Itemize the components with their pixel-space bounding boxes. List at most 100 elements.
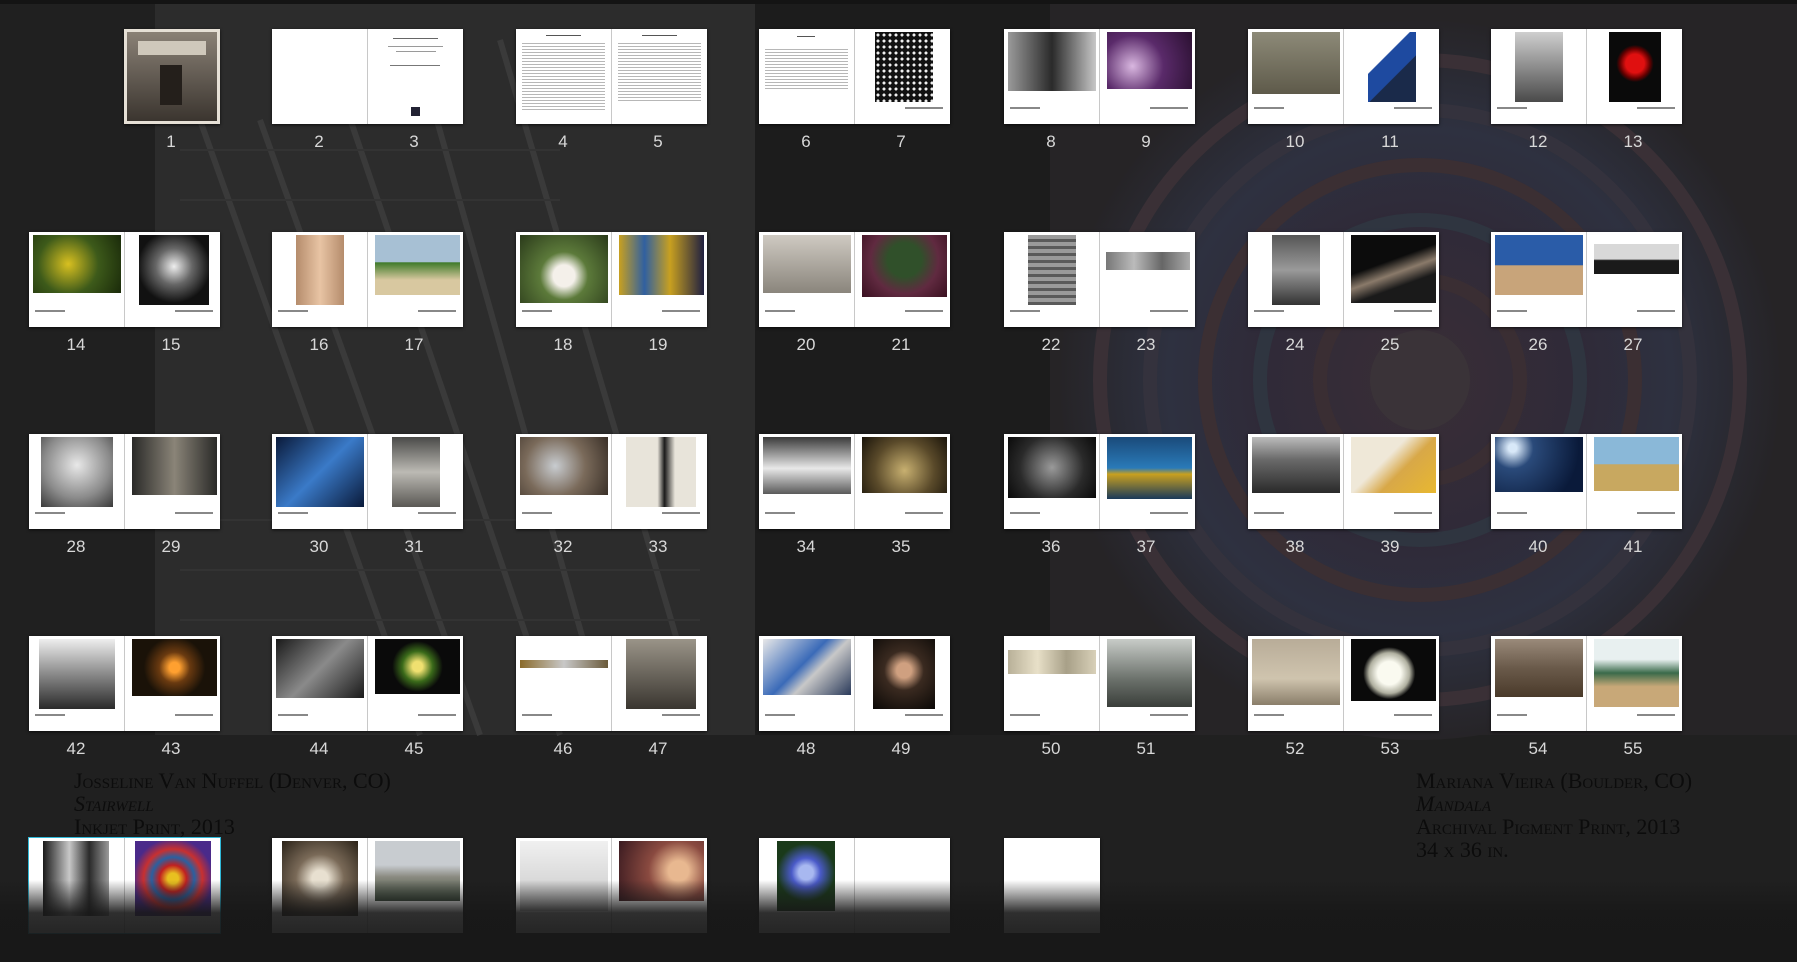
page-28-thumbnail[interactable] (29, 434, 124, 529)
spread-pages-38-39[interactable] (1248, 434, 1439, 529)
spread-pages-36-37[interactable] (1004, 434, 1195, 529)
photo (1008, 650, 1096, 674)
page-32-thumbnail[interactable] (516, 434, 611, 529)
page-38-thumbnail[interactable] (1248, 434, 1343, 529)
spread-pages-16-17[interactable] (272, 232, 463, 327)
photo (862, 437, 947, 493)
page-46-thumbnail[interactable] (516, 636, 611, 731)
page-25-thumbnail[interactable] (1343, 232, 1438, 327)
page-33-thumbnail[interactable] (611, 434, 706, 529)
page-number-42: 42 (66, 739, 86, 758)
page-44-thumbnail[interactable] (272, 636, 367, 731)
spread-pages-46-47[interactable] (516, 636, 707, 731)
page-36-thumbnail[interactable] (1004, 434, 1099, 529)
spread-pages-42-43[interactable] (29, 636, 220, 731)
page-48-thumbnail[interactable] (759, 636, 854, 731)
page-23-thumbnail[interactable] (1099, 232, 1194, 327)
page-5-thumbnail[interactable] (611, 29, 706, 124)
photo (1594, 639, 1679, 707)
page-30-thumbnail[interactable] (272, 434, 367, 529)
page-43-thumbnail[interactable] (124, 636, 219, 731)
page-9-thumbnail[interactable] (1099, 29, 1194, 124)
page-53-thumbnail[interactable] (1343, 636, 1438, 731)
page-3-thumbnail[interactable] (367, 29, 462, 124)
page-42-thumbnail[interactable] (29, 636, 124, 731)
page-12-thumbnail[interactable] (1491, 29, 1586, 124)
photo (139, 235, 209, 305)
page-number-55: 55 (1623, 739, 1643, 758)
page-number-27: 27 (1623, 335, 1643, 354)
photo (520, 437, 608, 495)
page-47-thumbnail[interactable] (611, 636, 706, 731)
page-13-thumbnail[interactable] (1586, 29, 1681, 124)
caption-right-location: (Boulder, CO) (1560, 768, 1693, 793)
page-26-thumbnail[interactable] (1491, 232, 1586, 327)
page-6-thumbnail[interactable] (759, 29, 854, 124)
page-55-thumbnail[interactable] (1586, 636, 1681, 731)
spread-pages-8-9[interactable] (1004, 29, 1195, 124)
page-15-thumbnail[interactable] (124, 232, 219, 327)
spread-pages-1[interactable] (124, 29, 220, 124)
page-52-thumbnail[interactable] (1248, 636, 1343, 731)
spread-pages-28-29[interactable] (29, 434, 220, 529)
spread-pages-24-25[interactable] (1248, 232, 1439, 327)
page-29-thumbnail[interactable] (124, 434, 219, 529)
page-number-4: 4 (558, 132, 568, 151)
page-14-thumbnail[interactable] (29, 232, 124, 327)
spread-pages-50-51[interactable] (1004, 636, 1195, 731)
spread-pages-20-21[interactable] (759, 232, 950, 327)
page-10-thumbnail[interactable] (1248, 29, 1343, 124)
page-31-thumbnail[interactable] (367, 434, 462, 529)
page-16-thumbnail[interactable] (272, 232, 367, 327)
page-19-thumbnail[interactable] (611, 232, 706, 327)
page-number-15: 15 (161, 335, 181, 354)
page-11-thumbnail[interactable] (1343, 29, 1438, 124)
page-number-19: 19 (648, 335, 668, 354)
spread-pages-52-53[interactable] (1248, 636, 1439, 731)
spread-pages-32-33[interactable] (516, 434, 707, 529)
page-54-thumbnail[interactable] (1491, 636, 1586, 731)
spread-pages-54-55[interactable] (1491, 636, 1682, 731)
photo (375, 639, 460, 694)
page-8-thumbnail[interactable] (1004, 29, 1099, 124)
page-50-thumbnail[interactable] (1004, 636, 1099, 731)
page-34-thumbnail[interactable] (759, 434, 854, 529)
spread-pages-6-7[interactable] (759, 29, 950, 124)
page-7-thumbnail[interactable] (854, 29, 949, 124)
page-24-thumbnail[interactable] (1248, 232, 1343, 327)
page-37-thumbnail[interactable] (1099, 434, 1194, 529)
page-45-thumbnail[interactable] (367, 636, 462, 731)
page-number-45: 45 (404, 739, 424, 758)
page-39-thumbnail[interactable] (1343, 434, 1438, 529)
caption-left-title: Stairwell (74, 791, 154, 816)
spread-pages-14-15[interactable] (29, 232, 220, 327)
page-49-thumbnail[interactable] (854, 636, 949, 731)
page-41-thumbnail[interactable] (1586, 434, 1681, 529)
page-40-thumbnail[interactable] (1491, 434, 1586, 529)
spread-pages-4-5[interactable] (516, 29, 707, 124)
page-2-thumbnail[interactable] (272, 29, 367, 124)
page-18-thumbnail[interactable] (516, 232, 611, 327)
page-number-52: 52 (1285, 739, 1305, 758)
spread-pages-22-23[interactable] (1004, 232, 1195, 327)
page-21-thumbnail[interactable] (854, 232, 949, 327)
page-22-thumbnail[interactable] (1004, 232, 1099, 327)
spread-pages-10-11[interactable] (1248, 29, 1439, 124)
page-51-thumbnail[interactable] (1099, 636, 1194, 731)
spread-pages-34-35[interactable] (759, 434, 950, 529)
spread-pages-40-41[interactable] (1491, 434, 1682, 529)
spread-pages-12-13[interactable] (1491, 29, 1682, 124)
spread-pages-48-49[interactable] (759, 636, 950, 731)
spread-pages-2-3[interactable] (272, 29, 463, 124)
photo (1106, 252, 1190, 270)
page-4-thumbnail[interactable] (516, 29, 611, 124)
page-17-thumbnail[interactable] (367, 232, 462, 327)
page-20-thumbnail[interactable] (759, 232, 854, 327)
spread-pages-18-19[interactable] (516, 232, 707, 327)
spread-pages-26-27[interactable] (1491, 232, 1682, 327)
spread-pages-30-31[interactable] (272, 434, 463, 529)
spread-pages-44-45[interactable] (272, 636, 463, 731)
page-35-thumbnail[interactable] (854, 434, 949, 529)
page-1-thumbnail[interactable] (124, 29, 220, 124)
page-27-thumbnail[interactable] (1586, 232, 1681, 327)
